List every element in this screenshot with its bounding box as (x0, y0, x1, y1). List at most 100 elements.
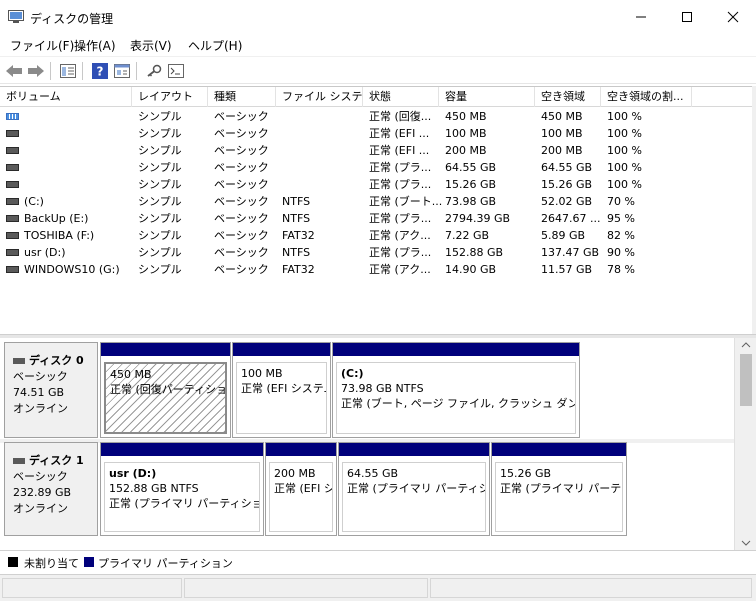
back-button[interactable] (4, 61, 24, 81)
volume-layout: シンプル (138, 229, 182, 242)
volume-status: 正常 (プラ... (369, 161, 432, 174)
partition-size: 64.55 GB (347, 467, 399, 480)
console-button[interactable] (166, 61, 186, 81)
disk-size: 232.89 GB (13, 486, 72, 499)
disk-0-label[interactable]: ディスク 0 ベーシック 74.51 GB オンライン (4, 342, 98, 438)
disk-icon (13, 458, 25, 464)
column-header-type[interactable]: 種類 (208, 87, 276, 107)
column-header-free-space[interactable]: 空き領域 (535, 87, 601, 107)
forward-button[interactable] (26, 61, 46, 81)
volume-status: 正常 (ブート... (369, 195, 443, 208)
partition-block[interactable]: 15.26 GB 正常 (プライマリ パーティション) (491, 442, 627, 536)
scrollbar-thumb[interactable] (740, 354, 752, 406)
volume-capacity: 200 MB (445, 144, 487, 157)
drive-icon (6, 130, 19, 137)
legend-bar: 未割り当て プライマリ パーティション (0, 550, 756, 572)
partition-block[interactable]: usr (D:) 152.88 GB NTFS 正常 (プライマリ パーティショ… (100, 442, 264, 536)
column-header-volume[interactable]: ボリューム (0, 87, 132, 107)
partition-status: 正常 (プライマリ パーティション) (500, 482, 622, 495)
drive-icon (6, 198, 19, 205)
partition-block[interactable]: (C:) 73.98 GB NTFS 正常 (ブート, ページ ファイル, クラ… (332, 342, 580, 438)
status-segment (2, 578, 182, 598)
volume-status: 正常 (EFI ... (369, 127, 430, 140)
window-title: ディスクの管理 (30, 12, 114, 26)
table-row[interactable]: シンプル ベーシック 正常 (プラ... 15.26 GB 15.26 GB 1… (0, 176, 752, 193)
menu-action[interactable]: 操作(A) (74, 37, 116, 54)
disk-view-scrollbar[interactable] (734, 338, 756, 550)
column-header-status[interactable]: 状態 (363, 87, 439, 107)
close-button[interactable] (710, 0, 756, 33)
table-row[interactable]: シンプル ベーシック 正常 (回復... 450 MB 450 MB 100 % (0, 108, 752, 125)
partition-body: 200 MB 正常 (EFI システム パーティション) (269, 462, 333, 532)
drive-icon (6, 181, 19, 188)
table-row[interactable]: シンプル ベーシック 正常 (EFI ... 200 MB 200 MB 100… (0, 142, 752, 159)
minimize-button[interactable] (618, 0, 664, 33)
help-icon: ? (92, 63, 108, 79)
volume-free-percent: 100 % (607, 110, 642, 123)
menu-help[interactable]: ヘルプ(H) (188, 37, 242, 54)
drive-icon (6, 232, 19, 239)
table-row[interactable]: シンプル ベーシック 正常 (EFI ... 100 MB 100 MB 100… (0, 125, 752, 142)
volume-type: ベーシック (214, 212, 269, 225)
toolbar: ? (0, 56, 756, 84)
column-header-capacity[interactable]: 容量 (439, 87, 535, 107)
disk-type: ベーシック (13, 470, 68, 483)
back-arrow-icon (6, 65, 22, 77)
partition-body: usr (D:) 152.88 GB NTFS 正常 (プライマリ パーティショ… (104, 462, 260, 532)
maximize-icon (682, 11, 692, 22)
drive-icon (6, 164, 19, 171)
properties-button[interactable] (112, 61, 132, 81)
table-row[interactable]: (C:) シンプル ベーシック NTFS 正常 (ブート... 73.98 GB… (0, 193, 752, 210)
table-row[interactable]: BackUp (E:) シンプル ベーシック NTFS 正常 (プラ... 27… (0, 210, 752, 227)
disk-name: ディスク 0 (29, 354, 84, 367)
drive-icon (6, 215, 19, 222)
volume-filesystem: NTFS (282, 195, 311, 208)
volume-list: ボリューム レイアウト 種類 ファイル システム 状態 容量 空き領域 空き領域… (0, 86, 752, 334)
volume-capacity: 100 MB (445, 127, 487, 140)
volume-free-space: 200 MB (541, 144, 583, 157)
table-row[interactable]: usr (D:) シンプル ベーシック NTFS 正常 (プラ... 152.8… (0, 244, 752, 261)
volume-free-percent: 78 % (607, 263, 635, 276)
column-header-free-percent[interactable]: 空き領域の割... (601, 87, 692, 107)
partition-color-bar (101, 343, 230, 356)
table-row[interactable]: WINDOWS10 (G:) シンプル ベーシック FAT32 正常 (アク..… (0, 261, 752, 278)
legend-unallocated-label: 未割り当て (24, 557, 79, 570)
partition-body: 15.26 GB 正常 (プライマリ パーティション) (495, 462, 623, 532)
menu-view[interactable]: 表示(V) (130, 37, 172, 54)
scroll-down-icon[interactable] (741, 540, 751, 546)
partition-block[interactable]: 100 MB 正常 (EFI システム パーティション) (232, 342, 331, 438)
volume-free-space: 11.57 GB (541, 263, 593, 276)
table-row[interactable]: TOSHIBA (F:) シンプル ベーシック FAT32 正常 (アク... … (0, 227, 752, 244)
volume-free-percent: 90 % (607, 246, 635, 259)
column-header-layout[interactable]: レイアウト (132, 87, 208, 107)
table-row[interactable]: シンプル ベーシック 正常 (プラ... 64.55 GB 64.55 GB 1… (0, 159, 752, 176)
volume-layout: シンプル (138, 178, 182, 191)
volume-free-space: 137.47 GB (541, 246, 600, 259)
scroll-up-icon[interactable] (741, 342, 751, 348)
list-view-button[interactable] (58, 61, 78, 81)
volume-list-scrollbar[interactable] (752, 86, 756, 334)
partition-block[interactable]: 450 MB 正常 (回復パーティション) (100, 342, 231, 438)
disk-1-label[interactable]: ディスク 1 ベーシック 232.89 GB オンライン (4, 442, 98, 536)
volume-free-percent: 70 % (607, 195, 635, 208)
volume-layout: シンプル (138, 161, 182, 174)
volume-free-space: 2647.67 ... (541, 212, 601, 225)
key-button[interactable] (144, 61, 164, 81)
volume-capacity: 73.98 GB (445, 195, 497, 208)
toolbar-separator (82, 62, 83, 80)
volume-status: 正常 (プラ... (369, 178, 432, 191)
partition-block[interactable]: 64.55 GB 正常 (プライマリ パーティション) (338, 442, 490, 536)
volume-free-space: 5.89 GB (541, 229, 586, 242)
menu-bar: ファイル(F) 操作(A) 表示(V) ヘルプ(H) (0, 33, 756, 55)
maximize-button[interactable] (664, 0, 710, 33)
volume-free-space: 15.26 GB (541, 178, 593, 191)
legend-unallocated-swatch (8, 557, 18, 567)
column-header-filesystem[interactable]: ファイル システム (276, 87, 363, 107)
partition-body: 100 MB 正常 (EFI システム パーティション) (236, 362, 327, 434)
partition-status: 正常 (EFI システム パーティション) (241, 382, 326, 395)
help-button[interactable]: ? (90, 61, 110, 81)
partition-block[interactable]: 200 MB 正常 (EFI システム パーティション) (265, 442, 337, 536)
menu-file[interactable]: ファイル(F) (10, 37, 74, 54)
partition-label: usr (D:) (109, 467, 157, 480)
disk-size: 74.51 GB (13, 386, 65, 399)
